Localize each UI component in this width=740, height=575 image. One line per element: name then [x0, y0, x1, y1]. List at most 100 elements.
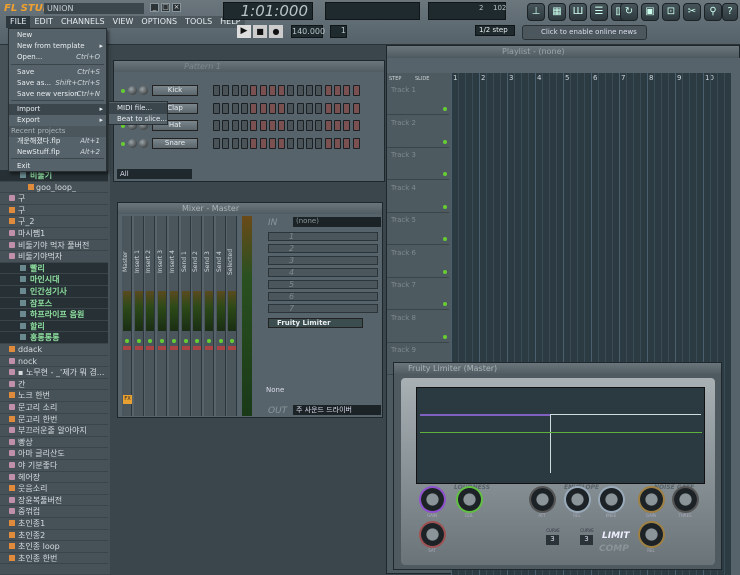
- channel-button[interactable]: Snare: [152, 137, 198, 149]
- menu-item-export[interactable]: Export ▸: [9, 115, 106, 126]
- help-icon[interactable]: ?: [722, 3, 738, 21]
- menu-edit[interactable]: EDIT: [30, 16, 56, 28]
- step-button[interactable]: [306, 120, 313, 131]
- volume-knob[interactable]: [139, 138, 148, 148]
- track-header[interactable]: Track 3: [387, 148, 449, 180]
- browser-item[interactable]: 초인종1: [0, 518, 108, 530]
- fx-slot[interactable]: 3: [268, 256, 378, 265]
- browser-item[interactable]: 문고리 한번: [0, 414, 108, 426]
- track-header[interactable]: Track 1: [387, 83, 449, 115]
- knob-sat[interactable]: [421, 523, 444, 546]
- track-header[interactable]: Track 5: [387, 213, 449, 245]
- step-button[interactable]: [352, 102, 360, 114]
- browser-item[interactable]: 구: [0, 193, 108, 205]
- step-button[interactable]: [343, 120, 351, 131]
- strip-led[interactable]: [136, 339, 141, 343]
- strip-led[interactable]: [195, 339, 200, 343]
- step-button[interactable]: [250, 102, 258, 114]
- browser-item[interactable]: 초인종 한번: [0, 553, 108, 565]
- step-button[interactable]: [287, 85, 295, 96]
- step-button[interactable]: [268, 120, 276, 131]
- browser-item[interactable]: 비둘기야먹자: [0, 251, 108, 263]
- step-button[interactable]: [222, 137, 230, 149]
- browser-item[interactable]: nock: [0, 356, 108, 368]
- browser-item[interactable]: 구_2: [0, 216, 108, 228]
- curve-2-value[interactable]: 3: [580, 535, 593, 545]
- fx-slot[interactable]: 1: [268, 232, 378, 241]
- browser-item[interactable]: 빨리: [0, 262, 108, 275]
- menu-tools[interactable]: TOOLS: [181, 16, 216, 28]
- step-button[interactable]: [278, 120, 286, 131]
- step-button[interactable]: [259, 85, 267, 96]
- knob-gain[interactable]: [640, 488, 663, 511]
- eq-preset-select[interactable]: None: [266, 386, 296, 396]
- browser-item[interactable]: 마시쨈1: [0, 228, 108, 240]
- browser-item[interactable]: 초인종2: [0, 530, 108, 542]
- menu-item--flp[interactable]: 개운해졌다.flp Alt+1: [9, 136, 106, 147]
- step-button[interactable]: [343, 137, 351, 149]
- browser-item[interactable]: 잠포스: [0, 297, 108, 310]
- step-button[interactable]: [315, 137, 323, 149]
- snap-select[interactable]: 1/2 step: [475, 25, 515, 36]
- strip-fader[interactable]: [146, 346, 155, 350]
- knob-thres[interactable]: [674, 488, 697, 511]
- mixer-strip[interactable]: Insert 2: [145, 216, 156, 416]
- mixer-strip[interactable]: Selected: [227, 216, 238, 416]
- track-header[interactable]: Track 6: [387, 245, 449, 278]
- tempo-display[interactable]: 140.000: [291, 25, 325, 38]
- mixer-strip[interactable]: Send 3: [203, 216, 214, 416]
- step-button[interactable]: [231, 120, 239, 131]
- step-button[interactable]: [268, 102, 276, 114]
- step-button[interactable]: [333, 85, 341, 96]
- step-button[interactable]: [343, 85, 351, 96]
- menu-options[interactable]: OPTIONS: [137, 16, 181, 28]
- menu-channels[interactable]: CHANNELS: [57, 16, 109, 28]
- browser-item[interactable]: goo_loop_: [0, 182, 108, 194]
- step-button[interactable]: [315, 120, 323, 131]
- browser-item[interactable]: 야 기분좋다: [0, 460, 108, 472]
- browser-item[interactable]: 웃음소리: [0, 483, 108, 495]
- step-button[interactable]: [343, 102, 351, 114]
- menu-item-exit[interactable]: Exit: [9, 161, 106, 172]
- strip-led[interactable]: [206, 339, 211, 343]
- online-news-bar[interactable]: Click to enable online news: [522, 25, 647, 40]
- browser-item[interactable]: 할리: [0, 320, 108, 333]
- slide-mode[interactable]: SLIDE: [415, 76, 429, 82]
- track-led[interactable]: [443, 204, 447, 209]
- pan-knob[interactable]: [128, 138, 137, 148]
- step-button[interactable]: [213, 120, 220, 131]
- browser-item[interactable]: 헤어장: [0, 472, 108, 484]
- strip-fader[interactable]: [193, 346, 202, 350]
- strip-fader[interactable]: [123, 346, 131, 350]
- knob-knee[interactable]: [600, 488, 623, 511]
- browser-item[interactable]: 초인종 loop: [0, 541, 108, 553]
- step-button[interactable]: [296, 102, 304, 114]
- step-button[interactable]: [231, 85, 239, 96]
- browser-item[interactable]: 부끄러운줄 알아야지: [0, 425, 108, 437]
- pattern-display[interactable]: 1: [330, 25, 347, 38]
- knob-rel[interactable]: [640, 523, 663, 546]
- step-button[interactable]: [324, 85, 332, 96]
- menu-item-save-as-[interactable]: Save as... Shift+Ctrl+S: [9, 78, 106, 89]
- strip-led[interactable]: [230, 339, 235, 343]
- browser-item[interactable]: 비둘기야 먹자 풀버전: [0, 240, 108, 252]
- strip-led[interactable]: [160, 339, 165, 343]
- knob-att[interactable]: [531, 488, 554, 511]
- step-button[interactable]: [250, 120, 258, 131]
- browser-item[interactable]: 간: [0, 379, 108, 391]
- channel-filter-select[interactable]: All: [117, 169, 192, 179]
- browser-item[interactable]: 노크 한번: [0, 390, 108, 402]
- step-button[interactable]: [250, 85, 258, 96]
- step-button[interactable]: [278, 137, 286, 149]
- step-button[interactable]: [287, 120, 295, 131]
- menu-item-newstuff-flp[interactable]: NewStuff.flp Alt+2: [9, 147, 106, 158]
- fx-slot-fruity-limiter[interactable]: Fruity Limiter: [268, 318, 363, 328]
- stop-button[interactable]: ■: [253, 25, 267, 38]
- step-button[interactable]: [287, 137, 295, 149]
- knob-rel[interactable]: [566, 488, 589, 511]
- piano-roll-icon[interactable]: Ш: [569, 3, 587, 21]
- strip-fader[interactable]: [204, 346, 213, 350]
- undo-icon[interactable]: ↻: [620, 3, 638, 21]
- step-button[interactable]: [268, 85, 276, 96]
- fx-slot[interactable]: 5: [268, 280, 378, 289]
